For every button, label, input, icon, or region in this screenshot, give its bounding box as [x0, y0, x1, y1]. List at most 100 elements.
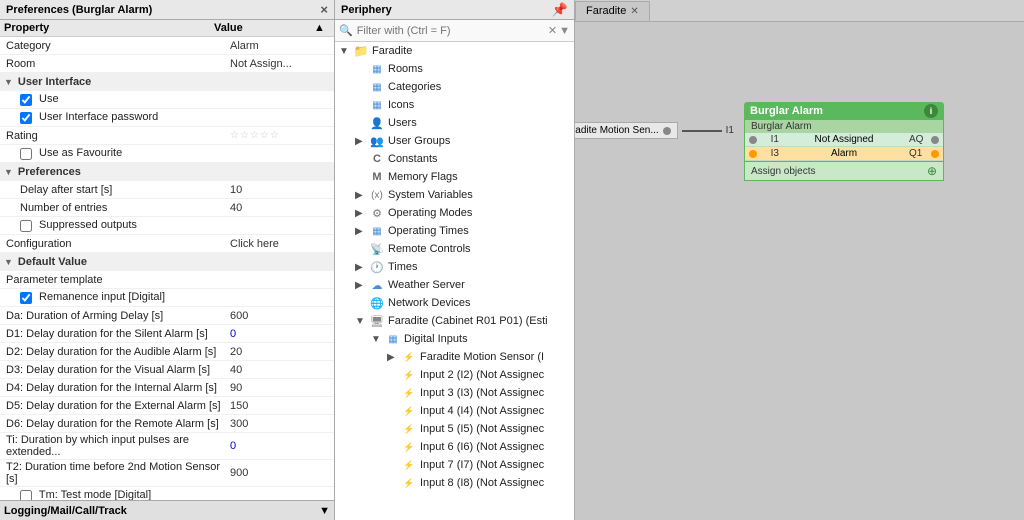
prop-row[interactable]: D1: Delay duration for the Silent Alarm … [0, 325, 334, 343]
person-icon: 👤 [370, 117, 384, 130]
prop-name: D2: Delay duration for the Audible Alarm… [4, 346, 230, 358]
tree-item[interactable]: M Memory Flags [335, 168, 574, 186]
tree-item[interactable]: ▼ 🖥 Faradite (Cabinet R01 P01) (Esti [335, 312, 574, 330]
prop-checkbox[interactable] [20, 112, 32, 124]
sensor-icon: ⚡ [403, 352, 414, 363]
prop-row[interactable]: Parameter template [0, 271, 334, 289]
tree-item-label: Input 5 (I5) (Not Assignec [420, 423, 544, 435]
tree-item-icon: M [369, 170, 385, 184]
group-expand-icon[interactable]: ▼ [4, 257, 13, 267]
tree-expand-icon[interactable]: ▶ [355, 280, 369, 291]
periphery-pin-icon[interactable]: 📌 [552, 2, 568, 18]
stars-value[interactable]: ☆☆☆☆☆ [230, 130, 330, 141]
faradite-tab[interactable]: Faradite ✕ [575, 1, 650, 21]
tree-item[interactable]: ▶ ⚡ Faradite Motion Sensor (I [335, 348, 574, 366]
prop-row[interactable]: D5: Delay duration for the External Alar… [0, 397, 334, 415]
node-info-icon[interactable]: i [924, 104, 938, 118]
tab-close-icon[interactable]: ✕ [630, 6, 638, 17]
tree-item-icon: ⚡ [401, 368, 417, 382]
tree-item[interactable]: ⚡ Input 2 (I2) (Not Assignec [335, 366, 574, 384]
tree-item[interactable]: 📡 Remote Controls [335, 240, 574, 258]
group-expand-icon[interactable]: ▼ [4, 167, 13, 177]
port-dot-left [749, 150, 757, 158]
prop-checkbox[interactable] [20, 292, 32, 304]
tree-item[interactable]: C Constants [335, 150, 574, 168]
search-dropdown-icon[interactable]: ▼ [559, 25, 570, 37]
tree-item-icon: ⚡ [401, 458, 417, 472]
tree-expand-icon[interactable]: ▶ [355, 136, 369, 147]
prop-row[interactable]: D3: Delay duration for the Visual Alarm … [0, 361, 334, 379]
prop-row[interactable]: T2: Duration time before 2nd Motion Sens… [0, 460, 334, 487]
assign-icon: ⊕ [927, 164, 937, 178]
tree-expand-icon[interactable]: ▶ [355, 208, 369, 219]
tree-item[interactable]: ▶ ⚙ Operating Modes [335, 204, 574, 222]
tree-item-icon: 🖥 [369, 314, 385, 328]
tree-expand-icon[interactable]: ▼ [339, 46, 353, 57]
col-value-header: Value [214, 22, 314, 34]
node-assign[interactable]: Assign objects ⊕ [745, 161, 943, 180]
remote-icon: 📡 [370, 243, 384, 256]
tree-item-label: Icons [388, 99, 414, 111]
tree-item[interactable]: 🌐 Network Devices [335, 294, 574, 312]
tree-item[interactable]: ⚡ Input 4 (I4) (Not Assignec [335, 402, 574, 420]
tree-item[interactable]: ▼ 📁 Faradite [335, 42, 574, 60]
prop-name: D1: Delay duration for the Silent Alarm … [4, 328, 230, 340]
tree-item[interactable]: ⚡ Input 8 (I8) (Not Assignec [335, 474, 574, 492]
tree-item-icon: ☁ [369, 278, 385, 292]
tree-expand-icon[interactable]: ▶ [387, 352, 401, 363]
prop-row[interactable]: D4: Delay duration for the Internal Alar… [0, 379, 334, 397]
prop-name: Use [4, 93, 230, 105]
search-input[interactable] [357, 25, 546, 37]
tree-item-label: Faradite Motion Sensor (I [420, 351, 544, 363]
group-expand-icon[interactable]: ▼ [4, 77, 13, 87]
prop-value: 10 [230, 184, 330, 196]
prop-checkbox[interactable] [20, 148, 32, 160]
prop-row[interactable]: Category Alarm [0, 37, 334, 55]
preferences-close-icon[interactable]: × [320, 2, 328, 17]
search-clear-icon[interactable]: ✕ [548, 24, 557, 37]
tree-item[interactable]: ▶ 👥 User Groups [335, 132, 574, 150]
tree-expand-icon[interactable]: ▶ [355, 226, 369, 237]
prop-checkbox[interactable] [20, 490, 32, 500]
tree-item[interactable]: ▦ Icons [335, 96, 574, 114]
tree-item[interactable]: 👤 Users [335, 114, 574, 132]
prop-row[interactable]: Ti: Duration by which input pulses are e… [0, 433, 334, 460]
node-title: Burglar Alarm [750, 105, 823, 117]
tree-item[interactable]: ▶ (x) System Variables [335, 186, 574, 204]
prop-row[interactable]: Rating ☆☆☆☆☆ [0, 127, 334, 145]
tree-item[interactable]: ▦ Rooms [335, 60, 574, 78]
prop-row[interactable]: Da: Duration of Arming Delay [s] 600 [0, 307, 334, 325]
prop-value: 300 [230, 418, 330, 430]
prop-row[interactable]: D6: Delay duration for the Remote Alarm … [0, 415, 334, 433]
tree-expand-icon[interactable]: ▼ [355, 316, 369, 327]
prop-row[interactable]: Configuration Click here [0, 235, 334, 253]
tree-item[interactable]: ▶ ☁ Weather Server [335, 276, 574, 294]
tree-expand-icon[interactable]: ▶ [355, 262, 369, 273]
bottom-bar[interactable]: Logging/Mail/Call/Track ▼ [0, 500, 334, 520]
tree-expand-icon[interactable]: ▶ [355, 190, 369, 201]
tree-item[interactable]: ⚡ Input 3 (I3) (Not Assignec [335, 384, 574, 402]
tree-item[interactable]: ⚡ Input 5 (I5) (Not Assignec [335, 420, 574, 438]
tree-item[interactable]: ▶ 🕐 Times [335, 258, 574, 276]
prop-name: Rating [4, 130, 230, 142]
prop-row[interactable]: Number of entries 40 [0, 199, 334, 217]
tree-item[interactable]: ▼ ▦ Digital Inputs [335, 330, 574, 348]
prop-row[interactable]: Delay after start [s] 10 [0, 181, 334, 199]
prop-row[interactable]: Remanence input [Digital] [0, 289, 334, 307]
prop-name: D5: Delay duration for the External Alar… [4, 400, 230, 412]
prop-row[interactable]: Suppressed outputs [0, 217, 334, 235]
sensor-box: Faradite Motion Sen... [575, 122, 678, 139]
prop-row[interactable]: Room Not Assign... [0, 55, 334, 73]
tree-item[interactable]: ⚡ Input 6 (I6) (Not Assignec [335, 438, 574, 456]
prop-checkbox[interactable] [20, 94, 32, 106]
tree-expand-icon[interactable]: ▼ [371, 334, 385, 345]
prop-row[interactable]: User Interface password [0, 109, 334, 127]
prop-row[interactable]: Tm: Test mode [Digital] [0, 487, 334, 500]
prop-row[interactable]: Use [0, 91, 334, 109]
tree-item[interactable]: ▶ ▦ Operating Times [335, 222, 574, 240]
prop-row[interactable]: Use as Favourite [0, 145, 334, 163]
tree-item[interactable]: ▦ Categories [335, 78, 574, 96]
tree-item[interactable]: ⚡ Input 7 (I7) (Not Assignec [335, 456, 574, 474]
prop-checkbox[interactable] [20, 220, 32, 232]
prop-row[interactable]: D2: Delay duration for the Audible Alarm… [0, 343, 334, 361]
